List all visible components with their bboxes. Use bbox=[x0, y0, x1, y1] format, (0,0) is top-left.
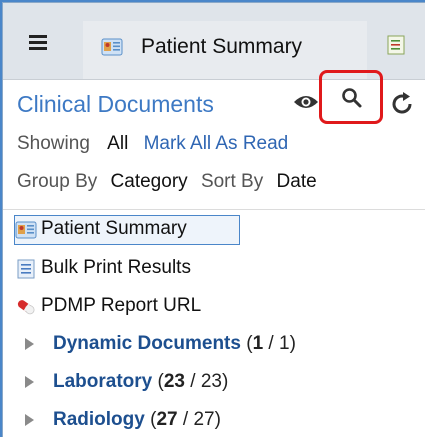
document-summary-icon bbox=[101, 37, 123, 57]
folder-name: Radiology (27 / 27) bbox=[53, 409, 221, 430]
tree-item-patient-summary[interactable]: Patient Summary bbox=[14, 215, 240, 245]
folder-name: Dynamic Documents (1 / 1) bbox=[53, 333, 296, 354]
sort-by-value[interactable]: Date bbox=[277, 171, 317, 192]
tab-label: Patient Summary bbox=[141, 35, 303, 58]
tab-bar: Patient Summary bbox=[3, 3, 425, 80]
tree-item-pdmp-report-url[interactable]: PDMP Report URL bbox=[15, 293, 245, 321]
group-by-value[interactable]: Category bbox=[111, 171, 188, 192]
folder-dynamic-documents[interactable]: Dynamic Documents (1 / 1) bbox=[25, 331, 385, 359]
tree-item-label: Bulk Print Results bbox=[41, 257, 191, 278]
folder-name: Laboratory (23 / 23) bbox=[53, 371, 229, 392]
showing-label: Showing bbox=[17, 133, 90, 154]
search-button[interactable] bbox=[319, 70, 383, 124]
showing-filter: Showing All Mark All As Read bbox=[17, 133, 288, 155]
document-list-icon[interactable] bbox=[387, 35, 405, 55]
document-summary-icon bbox=[15, 220, 37, 240]
tree-item-bulk-print-results[interactable]: Bulk Print Results bbox=[15, 255, 245, 283]
divider bbox=[3, 209, 425, 210]
folder-unread-count: 27 bbox=[156, 409, 178, 430]
eye-icon[interactable] bbox=[293, 93, 319, 111]
grouping-sorting: Group By Category Sort By Date bbox=[17, 171, 317, 193]
expand-arrow-icon[interactable] bbox=[25, 376, 34, 388]
folder-total-count: 27 bbox=[193, 409, 215, 430]
hamburger-icon[interactable] bbox=[29, 35, 47, 50]
pill-icon bbox=[15, 297, 37, 317]
folder-laboratory[interactable]: Laboratory (23 / 23) bbox=[25, 369, 325, 397]
folder-unread-count: 23 bbox=[163, 371, 185, 392]
panel-title: Clinical Documents bbox=[17, 91, 214, 117]
tree-item-label: PDMP Report URL bbox=[41, 295, 202, 316]
document-list-icon bbox=[15, 259, 37, 279]
group-by-label: Group By bbox=[17, 171, 98, 192]
refresh-icon[interactable] bbox=[391, 91, 415, 117]
showing-value[interactable]: All bbox=[107, 133, 128, 154]
search-icon bbox=[342, 88, 362, 108]
sort-by-label: Sort By bbox=[200, 171, 264, 192]
tree-item-label: Patient Summary bbox=[41, 218, 187, 239]
folder-total-count: 23 bbox=[200, 371, 222, 392]
clinical-documents-window: Patient Summary Clinical Documents Showi… bbox=[2, 2, 425, 437]
folder-radiology[interactable]: Radiology (27 / 27) bbox=[25, 407, 325, 435]
folder-total-count: 1 bbox=[278, 333, 290, 354]
expand-arrow-icon[interactable] bbox=[25, 414, 34, 426]
folder-unread-count: 1 bbox=[252, 333, 264, 354]
mark-all-as-read-link[interactable]: Mark All As Read bbox=[144, 133, 289, 154]
expand-arrow-icon[interactable] bbox=[25, 338, 34, 350]
